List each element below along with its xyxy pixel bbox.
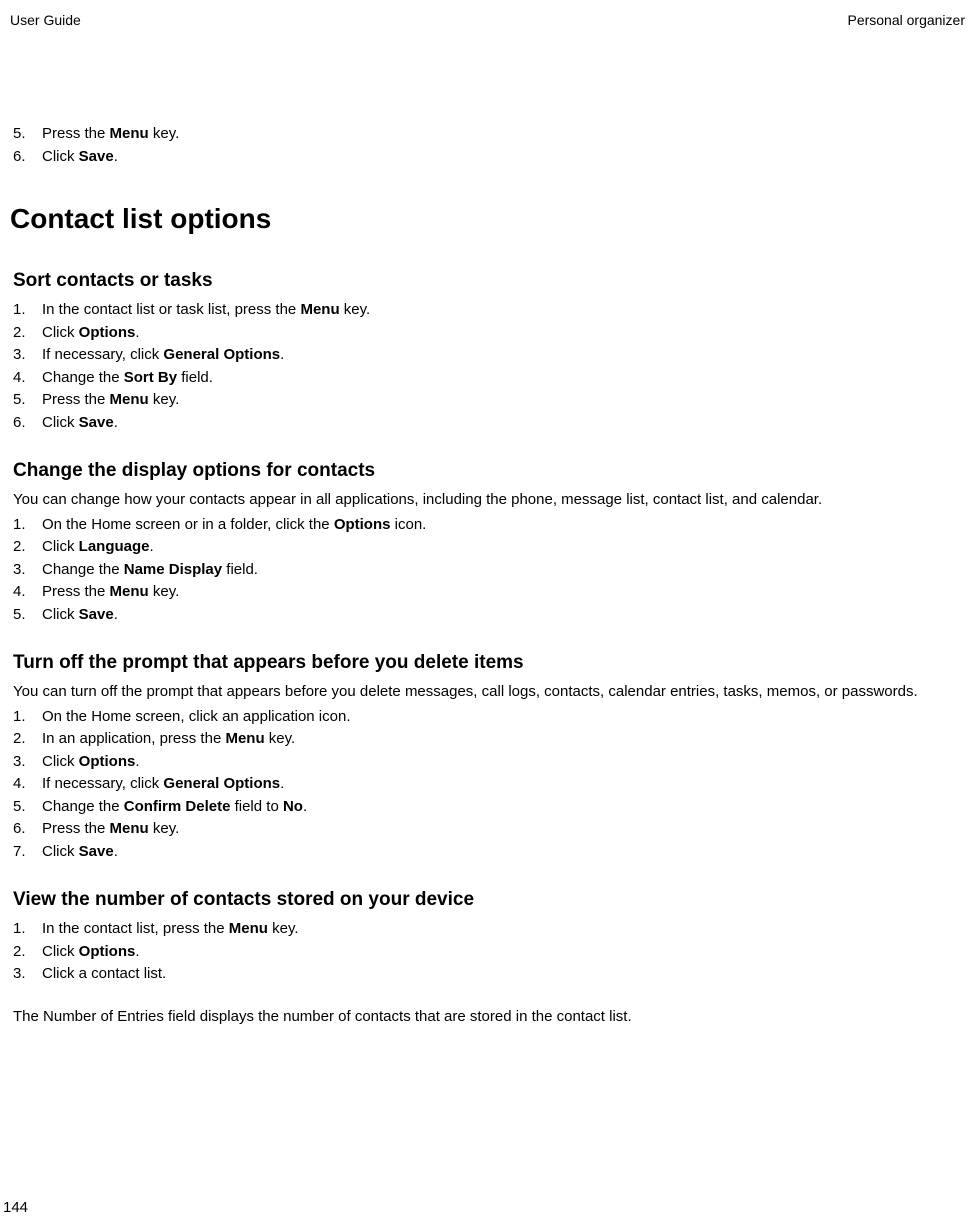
list-number: 6.: [10, 818, 42, 841]
list-item: 2.Click Options.: [10, 322, 965, 345]
page-header: User Guide Personal organizer: [10, 12, 965, 28]
list-item: 2.In an application, press the Menu key.: [10, 728, 965, 751]
list-item: 1.In the contact list, press the Menu ke…: [10, 918, 965, 941]
list-number: 4.: [10, 581, 42, 604]
list-number: 4.: [10, 367, 42, 390]
list-number: 6.: [10, 146, 42, 169]
list-item: 1.In the contact list or task list, pres…: [10, 299, 965, 322]
section-list: 1.On the Home screen, click an applicati…: [10, 706, 965, 864]
list-item: 2.Click Options.: [10, 941, 965, 964]
list-text: If necessary, click General Options.: [42, 344, 965, 367]
list-text: Press the Menu key.: [42, 818, 965, 841]
header-right: Personal organizer: [847, 12, 965, 28]
list-text: Press the Menu key.: [42, 581, 965, 604]
list-item: 6.Click Save.: [10, 412, 965, 435]
list-number: 1.: [10, 514, 42, 537]
list-text: Press the Menu key.: [42, 123, 965, 146]
list-text: Click Save.: [42, 604, 965, 627]
list-number: 7.: [10, 841, 42, 864]
list-item: 7.Click Save.: [10, 841, 965, 864]
list-text: Click Save.: [42, 841, 965, 864]
section-list: 1.On the Home screen or in a folder, cli…: [10, 514, 965, 627]
section-intro: You can turn off the prompt that appears…: [10, 681, 965, 704]
list-item: 5.Change the Confirm Delete field to No.: [10, 796, 965, 819]
list-number: 2.: [10, 536, 42, 559]
list-text: On the Home screen, click an application…: [42, 706, 965, 729]
list-item: 2.Click Language.: [10, 536, 965, 559]
list-number: 3.: [10, 559, 42, 582]
list-number: 5.: [10, 604, 42, 627]
list-item: 1.On the Home screen or in a folder, cli…: [10, 514, 965, 537]
list-item: 3.If necessary, click General Options.: [10, 344, 965, 367]
page-content: 5.Press the Menu key.6.Click Save. Conta…: [10, 123, 965, 1028]
list-text: Click Language.: [42, 536, 965, 559]
list-number: 3.: [10, 751, 42, 774]
list-number: 3.: [10, 963, 42, 986]
list-text: If necessary, click General Options.: [42, 773, 965, 796]
list-text: Press the Menu key.: [42, 389, 965, 412]
list-text: Click Options.: [42, 751, 965, 774]
list-text: Change the Sort By field.: [42, 367, 965, 390]
list-number: 1.: [10, 918, 42, 941]
list-item: 4.Press the Menu key.: [10, 581, 965, 604]
list-text: In the contact list or task list, press …: [42, 299, 965, 322]
section-heading: Sort contacts or tasks: [10, 270, 965, 292]
list-number: 5.: [10, 123, 42, 146]
list-item: 3.Click a contact list.: [10, 963, 965, 986]
list-number: 1.: [10, 299, 42, 322]
main-heading: Contact list options: [10, 203, 965, 235]
list-item: 4.If necessary, click General Options.: [10, 773, 965, 796]
list-number: 3.: [10, 344, 42, 367]
list-item: 5.Click Save.: [10, 604, 965, 627]
list-text: In the contact list, press the Menu key.: [42, 918, 965, 941]
list-number: 5.: [10, 389, 42, 412]
list-text: Change the Name Display field.: [42, 559, 965, 582]
list-number: 4.: [10, 773, 42, 796]
list-item: 6.Press the Menu key.: [10, 818, 965, 841]
list-text: Change the Confirm Delete field to No.: [42, 796, 965, 819]
list-text: Click a contact list.: [42, 963, 965, 986]
list-number: 2.: [10, 941, 42, 964]
header-left: User Guide: [10, 12, 81, 28]
list-text: Click Save.: [42, 412, 965, 435]
list-number: 5.: [10, 796, 42, 819]
list-text: Click Options.: [42, 322, 965, 345]
list-text: On the Home screen or in a folder, click…: [42, 514, 965, 537]
list-item: 6.Click Save.: [10, 146, 965, 169]
list-text: In an application, press the Menu key.: [42, 728, 965, 751]
section-intro: You can change how your contacts appear …: [10, 489, 965, 512]
page-number: 144: [3, 1199, 28, 1216]
section-heading: View the number of contacts stored on yo…: [10, 889, 965, 911]
list-item: 5.Press the Menu key.: [10, 389, 965, 412]
list-number: 1.: [10, 706, 42, 729]
list-item: 3.Click Options.: [10, 751, 965, 774]
section-footer: The Number of Entries field displays the…: [10, 1006, 965, 1029]
top-list: 5.Press the Menu key.6.Click Save.: [10, 123, 965, 168]
section-heading: Change the display options for contacts: [10, 460, 965, 482]
list-text: Click Save.: [42, 146, 965, 169]
list-number: 2.: [10, 322, 42, 345]
section-list: 1.In the contact list, press the Menu ke…: [10, 918, 965, 986]
list-item: 1.On the Home screen, click an applicati…: [10, 706, 965, 729]
list-item: 4.Change the Sort By field.: [10, 367, 965, 390]
section-list: 1.In the contact list or task list, pres…: [10, 299, 965, 434]
list-number: 6.: [10, 412, 42, 435]
list-item: 5.Press the Menu key.: [10, 123, 965, 146]
list-text: Click Options.: [42, 941, 965, 964]
list-number: 2.: [10, 728, 42, 751]
list-item: 3.Change the Name Display field.: [10, 559, 965, 582]
section-heading: Turn off the prompt that appears before …: [10, 652, 965, 674]
